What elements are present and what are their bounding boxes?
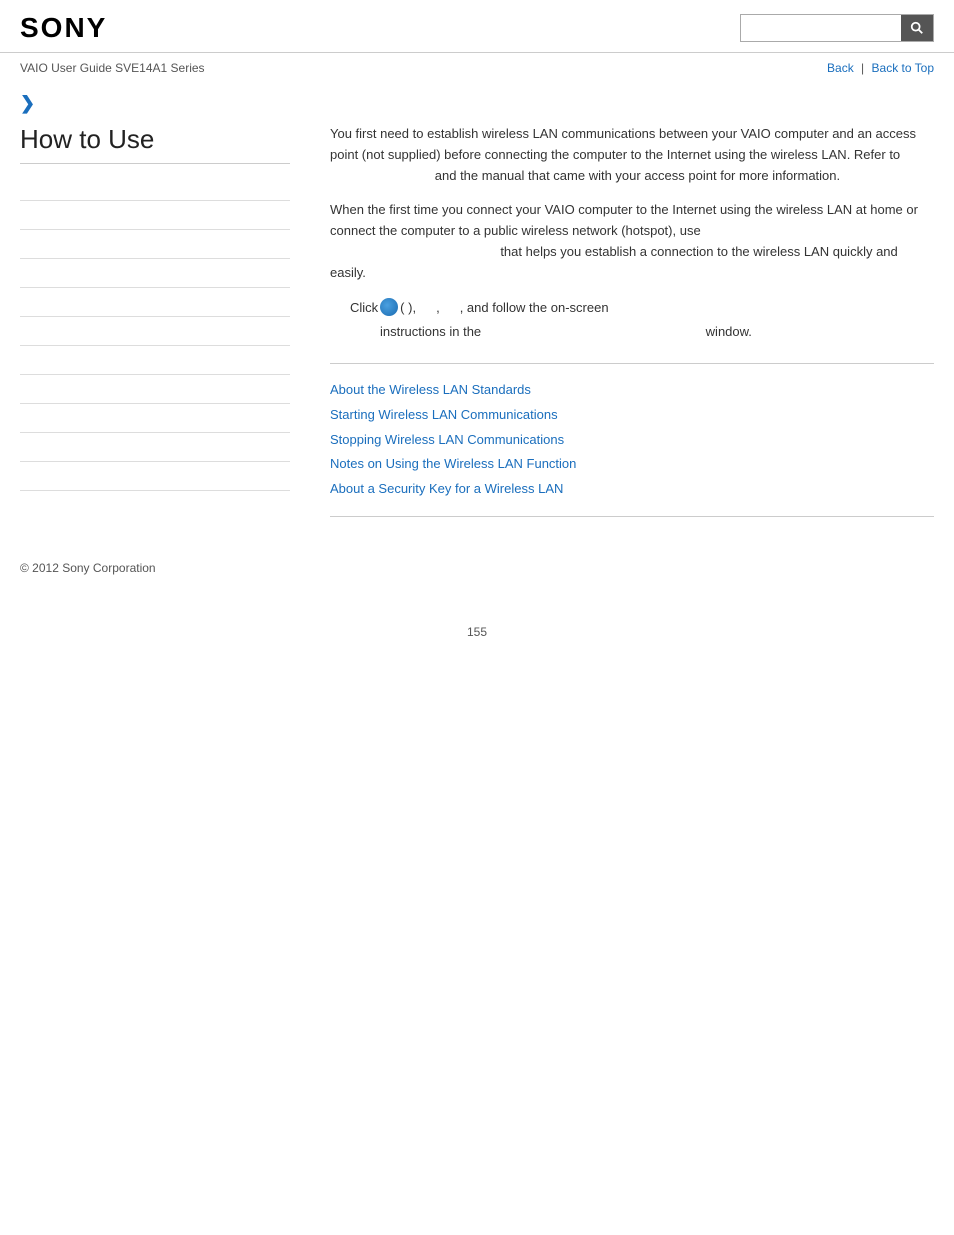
- para1: You first need to establish wireless LAN…: [330, 124, 934, 186]
- sidebar-item[interactable]: [20, 433, 290, 462]
- sidebar-item[interactable]: [20, 375, 290, 404]
- link-wireless-standards[interactable]: About the Wireless LAN Standards: [330, 378, 934, 403]
- search-icon: [910, 21, 924, 35]
- footer: © 2012 Sony Corporation: [0, 531, 954, 585]
- content-section-1: You first need to establish wireless LAN…: [330, 124, 934, 343]
- instructions-line: instructions in the window.: [380, 322, 934, 343]
- link-notes-wireless[interactable]: Notes on Using the Wireless LAN Function: [330, 452, 934, 477]
- sidebar-item[interactable]: [20, 462, 290, 491]
- back-link[interactable]: Back: [827, 61, 854, 75]
- main-content: How to Use You first need to establish w…: [0, 124, 954, 531]
- sidebar-title: How to Use: [20, 124, 290, 164]
- header: SONY: [0, 0, 954, 53]
- click-parens: ( ),: [400, 298, 416, 319]
- back-to-top-link[interactable]: Back to Top: [872, 61, 934, 75]
- sony-logo: SONY: [20, 12, 107, 44]
- nav-links: Back | Back to Top: [827, 61, 934, 75]
- sidebar-item[interactable]: [20, 201, 290, 230]
- click-end: , and follow the on-screen: [460, 298, 609, 319]
- sidebar-item[interactable]: [20, 172, 290, 201]
- search-button[interactable]: [901, 15, 933, 41]
- para2: When the first time you connect your VAI…: [330, 200, 934, 283]
- click-instruction: Click ( ), , , and follow the on-screen: [350, 298, 934, 319]
- content-area: You first need to establish wireless LAN…: [310, 124, 934, 531]
- sidebar-item[interactable]: [20, 317, 290, 346]
- click-label: Click: [350, 298, 378, 319]
- search-box: [740, 14, 934, 42]
- sidebar-item[interactable]: [20, 259, 290, 288]
- breadcrumb-arrow: ❯: [0, 83, 954, 114]
- sidebar-item[interactable]: [20, 288, 290, 317]
- link-security-key[interactable]: About a Security Key for a Wireless LAN: [330, 477, 934, 502]
- sidebar: How to Use: [20, 124, 310, 531]
- sidebar-item[interactable]: [20, 404, 290, 433]
- link-starting-wireless[interactable]: Starting Wireless LAN Communications: [330, 403, 934, 428]
- windows-start-icon: [380, 298, 398, 316]
- guide-title: VAIO User Guide SVE14A1 Series: [20, 61, 205, 75]
- links-section: About the Wireless LAN Standards Startin…: [330, 378, 934, 501]
- copyright: © 2012 Sony Corporation: [20, 561, 156, 575]
- section-divider-2: [330, 516, 934, 517]
- page-number: 155: [0, 625, 954, 639]
- sidebar-item[interactable]: [20, 230, 290, 259]
- search-input[interactable]: [741, 15, 901, 41]
- sub-header: VAIO User Guide SVE14A1 Series Back | Ba…: [0, 53, 954, 83]
- separator: |: [861, 61, 864, 75]
- section-divider-1: [330, 363, 934, 364]
- link-stopping-wireless[interactable]: Stopping Wireless LAN Communications: [330, 428, 934, 453]
- sidebar-item[interactable]: [20, 346, 290, 375]
